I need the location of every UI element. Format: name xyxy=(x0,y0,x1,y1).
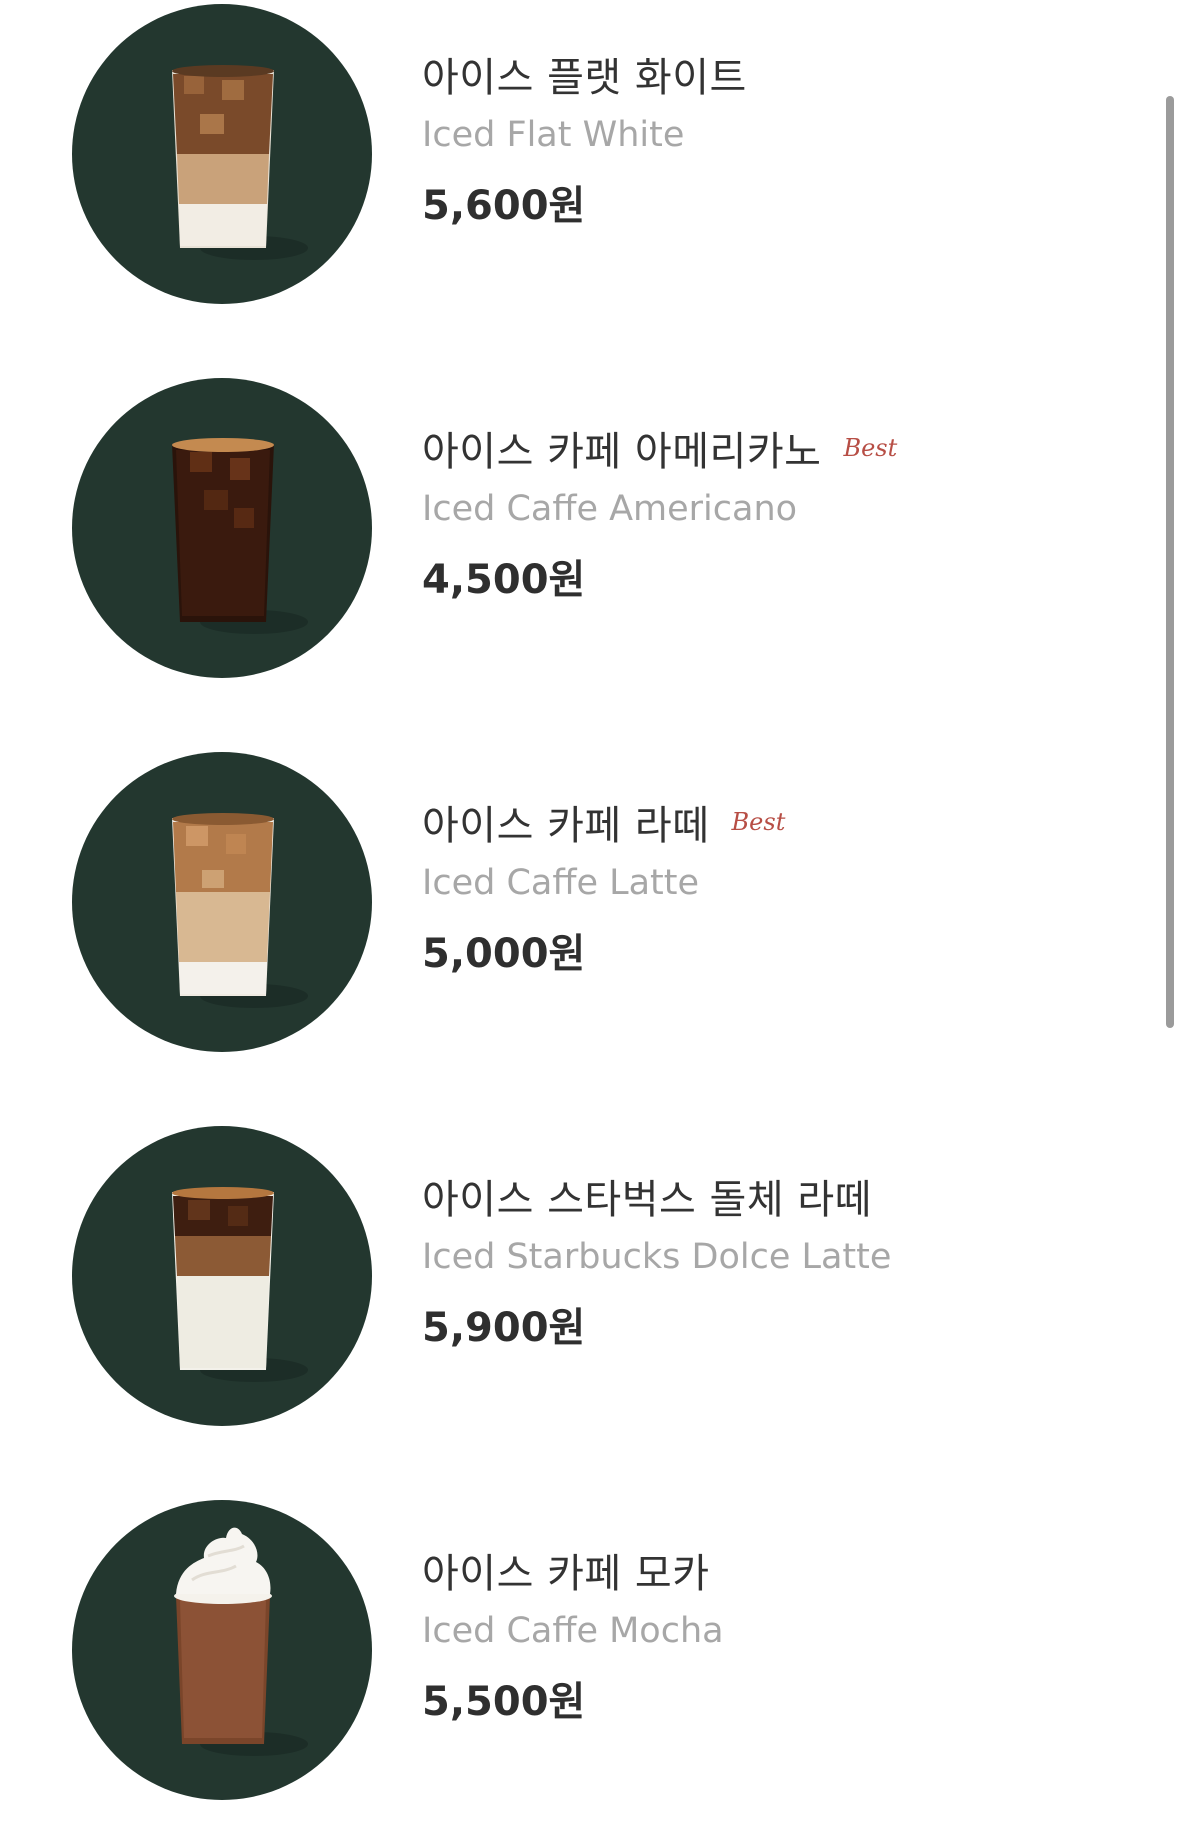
iced-latte-drink-icon xyxy=(72,752,372,1052)
iced-dolce-latte-drink-icon xyxy=(72,1126,372,1426)
iced-americano-drink-icon xyxy=(72,378,372,678)
item-text: 아이스 카페 아메리카노 Best Iced Caffe Americano 4… xyxy=(422,418,1122,608)
iced-mocha-drink-icon xyxy=(72,1500,372,1800)
item-name-korean: 아이스 카페 모카 xyxy=(422,1551,710,1597)
item-name-english: Iced Starbucks Dolce Latte xyxy=(422,1237,892,1277)
item-name-korean: 아이스 카페 라떼 xyxy=(422,803,710,849)
item-name-row: 아이스 카페 라떼 Best xyxy=(422,792,1122,852)
menu-item-iced-caffe-mocha[interactable]: 아이스 카페 모카 Iced Caffe Mocha 5,500원 xyxy=(0,1496,1140,1826)
best-badge: Best xyxy=(843,434,898,462)
iced-flat-white-drink-icon xyxy=(72,4,372,304)
menu-list: 아이스 플랫 화이트 Iced Flat White 5,600원 아이스 카페… xyxy=(0,0,1179,1801)
menu-item-iced-caffe-latte[interactable]: 아이스 카페 라떼 Best Iced Caffe Latte 5,000원 xyxy=(0,748,1140,1078)
item-price: 5,900원 xyxy=(422,1305,586,1351)
vertical-scrollbar[interactable] xyxy=(1166,96,1174,1028)
item-price: 4,500원 xyxy=(422,557,586,603)
item-price: 5,000원 xyxy=(422,931,586,977)
item-text: 아이스 스타벅스 돌체 라떼 Iced Starbucks Dolce Latt… xyxy=(422,1166,1122,1356)
item-text: 아이스 플랫 화이트 Iced Flat White 5,600원 xyxy=(422,44,1122,234)
item-name-english: Iced Caffe Americano xyxy=(422,489,798,529)
best-badge: Best xyxy=(731,808,786,836)
item-price: 5,600원 xyxy=(422,183,586,229)
item-name-english: Iced Flat White xyxy=(422,115,685,155)
menu-item-iced-caffe-americano[interactable]: 아이스 카페 아메리카노 Best Iced Caffe Americano 4… xyxy=(0,374,1140,704)
item-name-row: 아이스 플랫 화이트 xyxy=(422,44,1122,104)
item-price: 5,500원 xyxy=(422,1679,586,1725)
item-name-english: Iced Caffe Latte xyxy=(422,863,700,903)
item-name-row: 아이스 스타벅스 돌체 라떼 xyxy=(422,1166,1122,1226)
menu-item-iced-flat-white[interactable]: 아이스 플랫 화이트 Iced Flat White 5,600원 xyxy=(0,0,1140,330)
item-text: 아이스 카페 라떼 Best Iced Caffe Latte 5,000원 xyxy=(422,792,1122,982)
item-name-row: 아이스 카페 모카 xyxy=(422,1540,1122,1600)
item-name-korean: 아이스 스타벅스 돌체 라떼 xyxy=(422,1177,872,1223)
item-name-english: Iced Caffe Mocha xyxy=(422,1611,724,1651)
item-name-korean: 아이스 카페 아메리카노 xyxy=(422,429,822,475)
menu-item-iced-starbucks-dolce-latte[interactable]: 아이스 스타벅스 돌체 라떼 Iced Starbucks Dolce Latt… xyxy=(0,1122,1140,1452)
item-text: 아이스 카페 모카 Iced Caffe Mocha 5,500원 xyxy=(422,1540,1122,1730)
item-name-row: 아이스 카페 아메리카노 Best xyxy=(422,418,1122,478)
item-name-korean: 아이스 플랫 화이트 xyxy=(422,55,747,101)
